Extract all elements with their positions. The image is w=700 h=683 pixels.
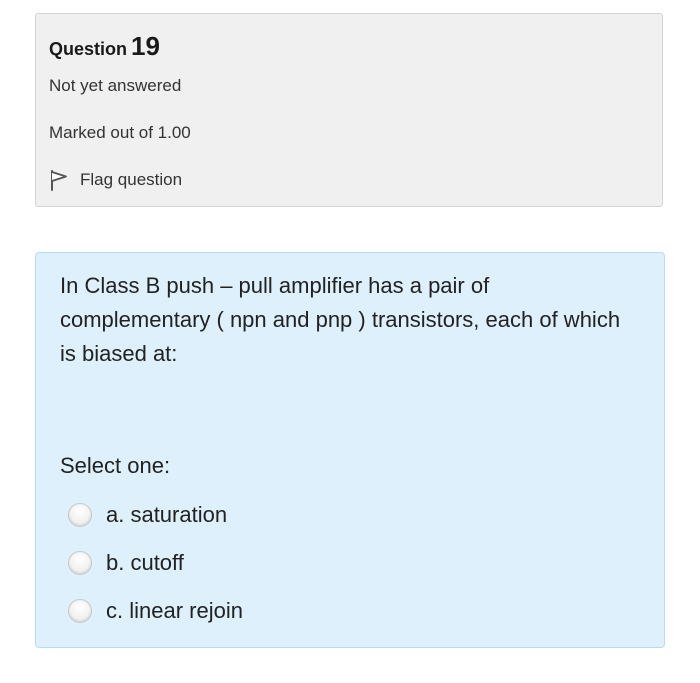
question-state: Not yet answered [49,76,182,95]
question-grade: Marked out of 1.00 [49,123,191,142]
answer-label-b: b. cutoff [106,550,184,575]
question-text: In Class B push – pull amplifier has a p… [60,273,621,366]
question-number: 19 [131,31,160,61]
flag-question-label: Flag question [80,170,183,189]
radio-button-a[interactable] [68,503,92,527]
flag-question-button[interactable]: Flag question [49,169,182,191]
answer-options: a. saturation b. cutoff c. linear rejoin [68,491,243,635]
page: Question 19 Not yet answered Marked out o… [0,0,700,683]
answer-option-a[interactable]: a. saturation [68,491,243,539]
select-one-prompt: Select one: [60,453,171,478]
answer-label-a: a. saturation [106,502,228,527]
answer-label-c: c. linear rejoin [106,598,243,623]
answer-option-c[interactable]: c. linear rejoin [68,587,243,635]
radio-button-b[interactable] [68,551,92,575]
answer-option-b[interactable]: b. cutoff [68,539,243,587]
question-label: Question [49,39,128,59]
flag-icon [49,169,69,191]
radio-button-c[interactable] [68,599,92,623]
question-heading: Question 19 [49,31,160,62]
question-content-panel: In Class B push – pull amplifier has a p… [35,252,665,648]
question-info-panel: Question 19 Not yet answered Marked out o… [35,13,663,207]
